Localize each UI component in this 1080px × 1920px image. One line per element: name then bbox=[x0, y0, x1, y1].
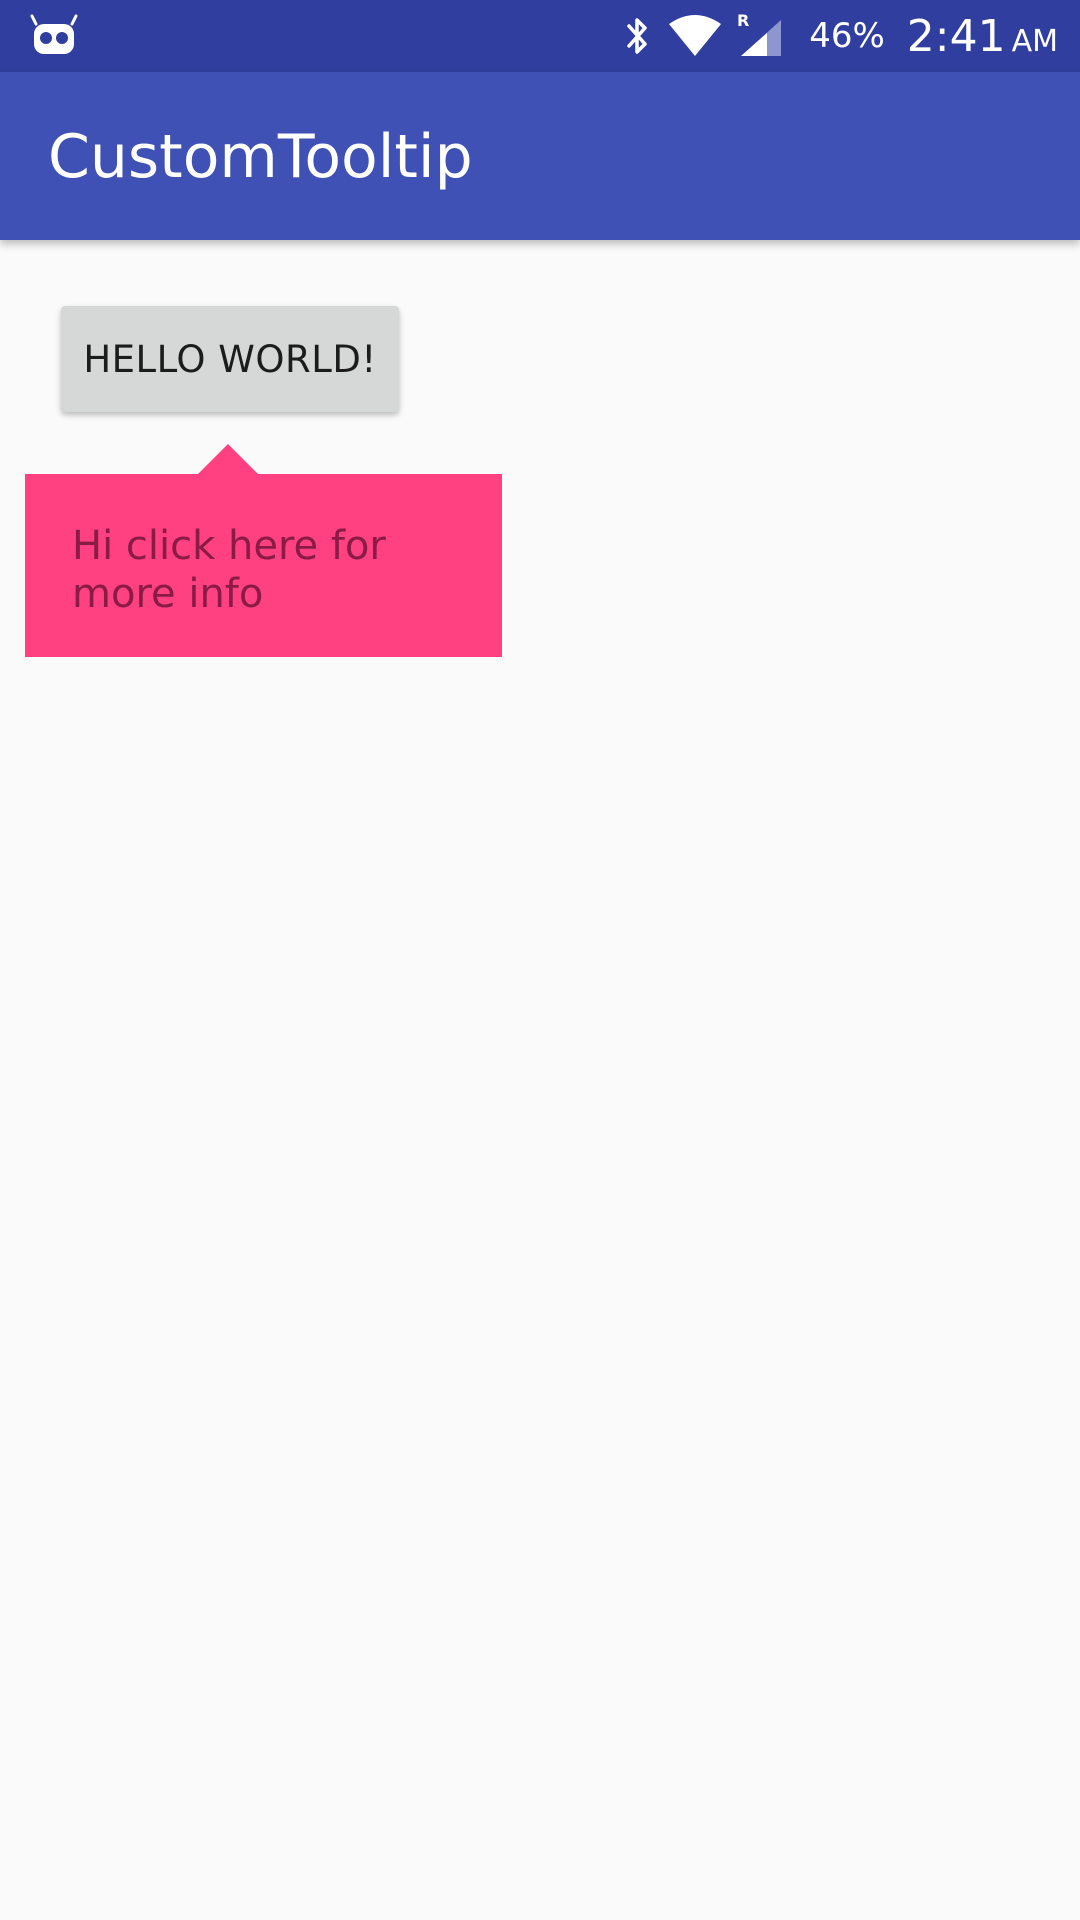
battery-percentage: 46% bbox=[809, 16, 885, 56]
tooltip-text: Hi click here for more info bbox=[72, 523, 386, 617]
status-icons: R 46% 2:41 AM bbox=[623, 0, 1058, 72]
app-bar: CustomTooltip bbox=[0, 72, 1080, 240]
clock-ampm: AM bbox=[1011, 23, 1058, 59]
app-title: CustomTooltip bbox=[48, 122, 473, 192]
bluetooth-icon bbox=[623, 14, 653, 58]
android-debug-icon bbox=[30, 14, 78, 58]
tooltip-arrow bbox=[196, 440, 260, 476]
svg-text:R: R bbox=[737, 12, 749, 30]
hello-world-button[interactable]: HELLO WORLD! bbox=[61, 306, 399, 412]
wifi-icon bbox=[667, 14, 723, 58]
status-bar: R 46% 2:41 AM bbox=[0, 0, 1080, 72]
clock-time: 2:41 bbox=[906, 10, 1006, 62]
tooltip[interactable]: Hi click here for more info bbox=[25, 474, 502, 657]
signal-icon: R bbox=[737, 12, 785, 60]
